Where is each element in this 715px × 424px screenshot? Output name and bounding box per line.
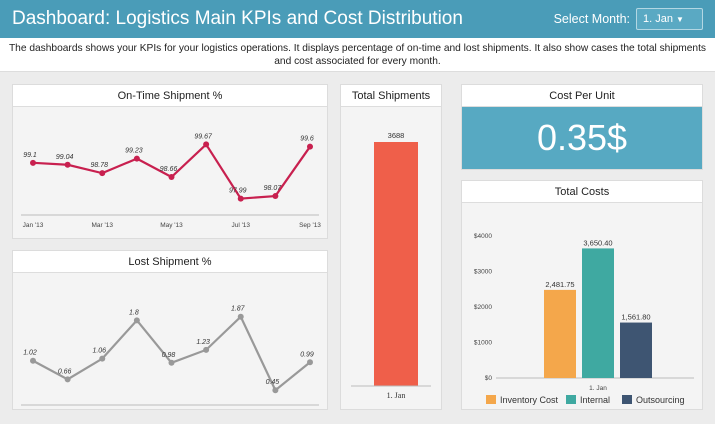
costs-y-tick-label: $0 bbox=[485, 375, 493, 382]
lost-data-label: 1.23 bbox=[196, 339, 210, 346]
lost-data-label: 1.8 bbox=[129, 309, 139, 316]
ontime-data-label: 99.6 bbox=[300, 136, 314, 143]
costs-y-tick-label: $1000 bbox=[474, 340, 492, 347]
ontime-point bbox=[64, 161, 71, 168]
shipments-bar bbox=[374, 142, 418, 386]
lost-point bbox=[168, 359, 175, 366]
ontime-point bbox=[237, 195, 244, 202]
lost-data-label: 1.06 bbox=[92, 348, 106, 355]
cost-per-unit-value: 0.35$ bbox=[462, 107, 702, 169]
cpu-title: Cost Per Unit bbox=[462, 85, 702, 107]
chevron-down-icon: ▼ bbox=[675, 14, 684, 24]
ontime-point bbox=[272, 193, 279, 200]
costs-y-tick-label: $4000 bbox=[474, 233, 492, 240]
costs-bar-outsourcing bbox=[620, 322, 652, 378]
ontime-point bbox=[307, 143, 313, 150]
lost-title: Lost Shipment % bbox=[13, 251, 327, 273]
ontime-chart: 99.1 99.04 98.78 99.23 98.66 99.67 97.99 98.07 9… bbox=[21, 133, 321, 229]
costs-y-tick-label: $2000 bbox=[474, 304, 492, 311]
lost-point bbox=[64, 376, 71, 383]
lost-point bbox=[203, 346, 210, 353]
ontime-data-label: 99.23 bbox=[125, 148, 143, 155]
ontime-point bbox=[99, 170, 106, 177]
shipments-category-label: 1. Jan bbox=[387, 391, 406, 400]
ontime-point bbox=[133, 155, 140, 162]
lost-data-label: 1.87 bbox=[231, 306, 246, 313]
cost-per-unit-panel: Cost Per Unit 0.35$ bbox=[461, 84, 703, 170]
ontime-x-tick-label: Sep '13 bbox=[299, 222, 321, 229]
lost-data-label: 0.45 bbox=[266, 379, 280, 386]
costs-category-label: 1. Jan bbox=[589, 385, 607, 392]
ontime-data-label: 98.66 bbox=[160, 166, 178, 173]
costs-y-tick-label: $3000 bbox=[474, 269, 492, 276]
legend-label-internal: Internal bbox=[580, 395, 610, 405]
legend-swatch-outsourcing bbox=[622, 395, 632, 404]
costs-value-label-internal: 3,650.40 bbox=[583, 238, 612, 247]
lost-point bbox=[307, 359, 313, 366]
ontime-data-label: 99.04 bbox=[56, 154, 74, 161]
dashboard-description: The dashboards shows your KPIs for your … bbox=[0, 38, 715, 72]
costs-bar-inventory bbox=[544, 289, 576, 378]
costs-panel: Total Costs $0 $1000 $2000 $3000 $4000 2,481.… bbox=[461, 180, 703, 410]
costs-chart: $0 $1000 $2000 $3000 $4000 2,481.75 3,650.40 1,… bbox=[474, 233, 694, 405]
lost-point bbox=[272, 387, 279, 394]
month-dropdown[interactable]: 1. Jan ▼ bbox=[636, 8, 703, 30]
ontime-point bbox=[203, 141, 210, 148]
costs-value-label-outsourcing: 1,561.80 bbox=[621, 313, 650, 322]
ontime-data-label: 99.1 bbox=[23, 152, 37, 159]
lost-point bbox=[30, 357, 36, 364]
ontime-data-label: 97.99 bbox=[229, 188, 247, 195]
lost-point bbox=[237, 313, 244, 320]
select-month-label: Select Month: bbox=[553, 12, 630, 26]
costs-bar-internal bbox=[582, 248, 614, 378]
lost-data-label: 0.99 bbox=[300, 351, 314, 358]
lost-point bbox=[133, 317, 140, 324]
ontime-data-label: 98.78 bbox=[90, 162, 108, 169]
page-title: Dashboard: Logistics Main KPIs and Cost … bbox=[12, 8, 463, 29]
legend-label-inventory: Inventory Cost bbox=[500, 395, 559, 405]
ontime-x-tick-label: Jul '13 bbox=[231, 222, 250, 229]
shipments-panel: Total Shipments 3688 1. Jan bbox=[340, 84, 442, 410]
legend-label-outsourcing: Outsourcing bbox=[636, 395, 685, 405]
legend-swatch-internal bbox=[566, 395, 576, 404]
lost-point bbox=[99, 355, 106, 362]
ontime-title: On-Time Shipment % bbox=[13, 85, 327, 107]
lost-chart: 1.020.661.061.80.981.231.870.450.99Jan '… bbox=[21, 306, 321, 423]
lost-data-label: 1.02 bbox=[23, 350, 37, 357]
lost-data-label: 0.66 bbox=[58, 368, 72, 375]
ontime-data-label: 98.07 bbox=[264, 185, 283, 192]
ontime-point bbox=[30, 159, 36, 166]
ontime-x-tick-label: May '13 bbox=[160, 222, 183, 229]
ontime-data-label: 99.67 bbox=[194, 133, 213, 140]
lost-panel: Lost Shipment % 1.02 0.66 1.06 1.8 0.98 1.23 1… bbox=[12, 250, 328, 423]
lost-data-label: 0.98 bbox=[162, 352, 176, 359]
ontime-point bbox=[168, 174, 175, 181]
header-bar: Dashboard: Logistics Main KPIs and Cost … bbox=[0, 0, 715, 38]
shipments-title: Total Shipments bbox=[341, 85, 441, 107]
ontime-x-tick-label: Mar '13 bbox=[92, 222, 114, 229]
month-dropdown-value: 1. Jan bbox=[643, 13, 673, 25]
shipments-chart: 3688 1. Jan bbox=[351, 131, 431, 400]
costs-value-label-inventory: 2,481.75 bbox=[545, 280, 574, 289]
legend-swatch-inventory bbox=[486, 395, 496, 404]
ontime-panel: On-Time Shipment % 99.1 99.04 98.78 99.23 98… bbox=[12, 84, 328, 239]
costs-title: Total Costs bbox=[462, 181, 702, 203]
shipments-value-label: 3688 bbox=[388, 131, 405, 140]
ontime-x-tick-label: Jan '13 bbox=[23, 222, 44, 229]
